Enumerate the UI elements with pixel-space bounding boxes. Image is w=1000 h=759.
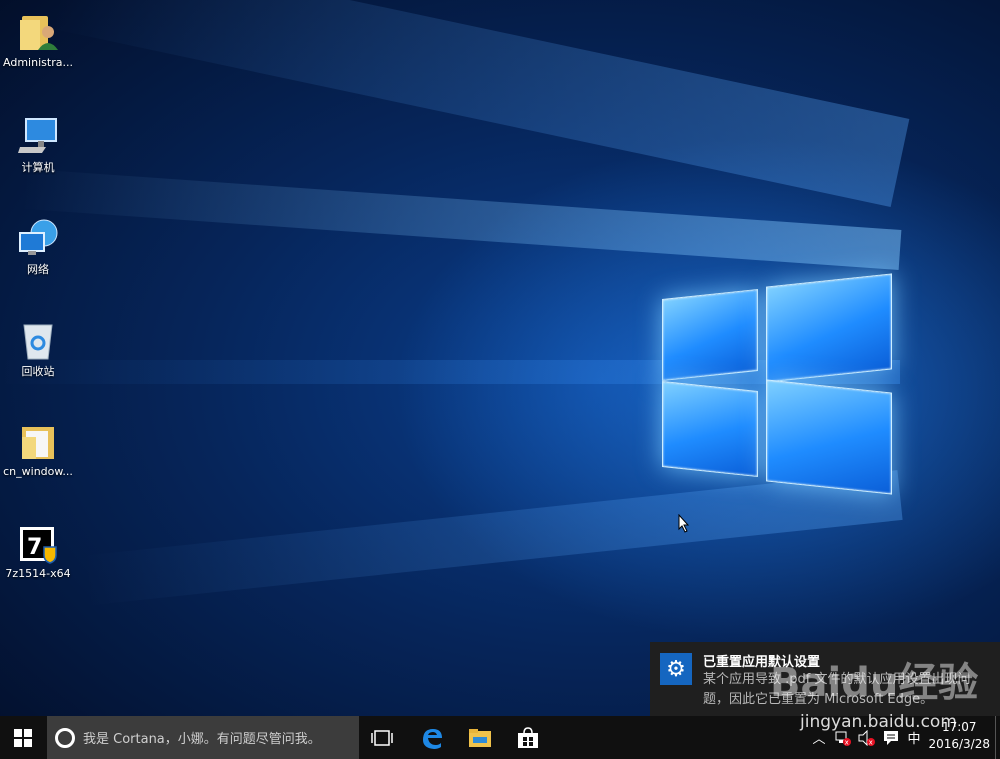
windows-logo — [658, 266, 894, 502]
svg-text:x: x — [869, 738, 873, 745]
desktop-icon-label: 7z1514-x64 — [5, 567, 71, 580]
desktop-icon-network[interactable]: 网络 — [0, 205, 76, 277]
recycle-bin-icon — [16, 317, 60, 361]
toast-notification[interactable]: ⚙ 已重置应用默认设置 某个应用导致 .pdf 文件的默认应用设置出现问题，因此… — [650, 642, 1000, 716]
edge-icon — [423, 728, 442, 749]
volume-tray-button[interactable]: x — [856, 716, 878, 759]
clock-date: 2016/3/28 — [928, 737, 990, 751]
action-center-button[interactable] — [880, 716, 902, 759]
clock[interactable]: 17:07 2016/3/28 — [928, 719, 990, 753]
show-desktop-button[interactable] — [995, 716, 1000, 759]
store-button[interactable] — [504, 716, 552, 759]
clock-time: 17:07 — [941, 720, 977, 734]
task-view-button[interactable] — [358, 716, 406, 759]
folder-icon — [16, 419, 60, 463]
edge-button[interactable] — [408, 716, 456, 759]
desktop-icon-label: cn_window... — [3, 465, 73, 478]
volume-muted-icon: x — [858, 729, 875, 746]
desktop-icon-7zip[interactable]: 7 7z1514-x64 — [0, 511, 76, 580]
network-tray-button[interactable]: x — [832, 716, 854, 759]
store-icon — [518, 726, 538, 748]
desktop-icon-computer[interactable]: 计算机 — [0, 103, 76, 175]
svg-text:x: x — [845, 738, 849, 745]
network-icon — [16, 215, 60, 259]
task-view-icon — [371, 729, 393, 746]
light-beam — [20, 168, 902, 270]
desktop-icon-cn-windows[interactable]: cn_window... — [0, 409, 76, 478]
desktop-icon-label: 计算机 — [21, 161, 55, 174]
svg-text:7: 7 — [27, 535, 42, 560]
computer-icon — [16, 113, 60, 157]
desktop-icon-label: 回收站 — [21, 365, 55, 378]
gear-icon: ⚙ — [660, 653, 692, 685]
user-folder-icon — [16, 10, 60, 54]
cortana-search-box[interactable]: 我是 Cortana，小娜。有问题尽管问我。 — [47, 716, 359, 759]
network-disconnected-icon: x — [835, 731, 851, 746]
start-button[interactable] — [0, 716, 46, 759]
desktop-icon-recycle-bin[interactable]: 回收站 — [0, 307, 76, 379]
windows-start-icon — [14, 728, 32, 747]
chevron-up-icon: ︿ — [812, 732, 826, 747]
ime-indicator[interactable]: 中 — [904, 716, 924, 759]
desktop-icon-label: Administra... — [3, 56, 73, 69]
light-beam — [49, 0, 910, 208]
show-hidden-icons-button[interactable]: ︿ — [810, 716, 828, 759]
file-explorer-icon — [469, 728, 491, 747]
cortana-icon — [55, 727, 75, 748]
mouse-cursor-icon — [678, 514, 690, 533]
file-explorer-button[interactable] — [456, 716, 504, 759]
desktop-icon-administrator[interactable]: Administra... — [0, 0, 76, 69]
toast-body: 某个应用导致 .pdf 文件的默认应用设置出现问题，因此它已重置为 Micros… — [703, 672, 971, 707]
desktop-icon-label: 网络 — [27, 263, 49, 276]
toast-title: 已重置应用默认设置 — [703, 655, 821, 670]
7zip-installer-icon: 7 — [16, 521, 60, 565]
taskbar: 我是 Cortana，小娜。有问题尽管问我。 ︿ x x 中 17:07 201… — [0, 716, 1000, 759]
notification-icon — [884, 730, 898, 745]
search-placeholder: 我是 Cortana，小娜。有问题尽管问我。 — [83, 732, 321, 747]
